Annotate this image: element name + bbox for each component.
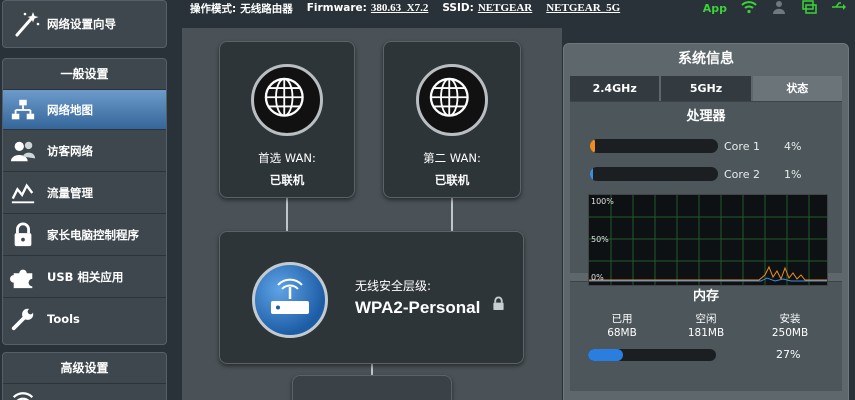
memory-total: 安装 250MB bbox=[748, 312, 832, 340]
secondary-wan-card[interactable]: 第二 WAN: 已联机 bbox=[383, 41, 521, 198]
wizard-label: 网络设置向导 bbox=[47, 17, 116, 31]
clients-card[interactable] bbox=[292, 375, 452, 400]
wan2-link-line bbox=[451, 198, 453, 231]
globe-icon bbox=[416, 64, 488, 136]
ssid-link-2[interactable]: NETGEAR_5G bbox=[546, 2, 620, 14]
cpu-core-row: Core 1 4% bbox=[570, 132, 842, 160]
tab-status[interactable]: 状态 bbox=[752, 76, 842, 101]
sidebar-item-guest-network[interactable]: 访客网络 bbox=[3, 129, 166, 171]
core-percent: 4% bbox=[784, 139, 802, 153]
wireless-icon bbox=[9, 385, 37, 400]
client-link-line bbox=[371, 364, 373, 375]
memory-title: 内存 bbox=[692, 289, 719, 304]
app-link[interactable]: App bbox=[703, 2, 727, 15]
magic-wand-icon bbox=[11, 9, 41, 39]
secondary-wan-label: 第二 WAN: bbox=[423, 151, 481, 165]
sidebar-item-label: 网络地图 bbox=[47, 102, 93, 117]
traffic-manager-icon bbox=[9, 179, 37, 207]
top-status-icons: App bbox=[703, 0, 847, 16]
advanced-settings-menu: 高级设置 bbox=[2, 352, 167, 400]
top-status-bar: 操作模式: 无线路由器 Firmware: 380.63_X7.2 SSID: … bbox=[190, 0, 620, 16]
network-map-icon bbox=[9, 96, 37, 124]
wan1-link-line bbox=[286, 198, 288, 231]
memory-used: 已用 68MB bbox=[580, 312, 664, 340]
memory-used-value: 68MB bbox=[607, 327, 637, 339]
ssid-label: SSID: bbox=[442, 2, 474, 14]
memory-usage-row: 27% bbox=[570, 348, 842, 361]
firmware-link[interactable]: 380.63_X7.2 bbox=[371, 2, 428, 14]
firmware-label: Firmware: bbox=[306, 2, 367, 14]
primary-wan-label: 首选 WAN: bbox=[258, 151, 316, 165]
usb-app-icon bbox=[9, 263, 37, 291]
security-level-value: WPA2-Personal bbox=[355, 298, 481, 317]
cpu-usage-graph: 100% 50% 0% bbox=[588, 194, 828, 286]
system-info-panel: 系统信息 2.4GHz 5GHz 状态 处理器 Core 1 4% Core 2… bbox=[563, 43, 849, 400]
tab-5ghz[interactable]: 5GHz bbox=[661, 76, 751, 101]
sidebar-item-label: USB 相关应用 bbox=[47, 269, 124, 284]
memory-total-label: 安装 bbox=[779, 313, 801, 325]
graph-label-0: 0% bbox=[591, 273, 604, 282]
core-2-usage-bar bbox=[590, 167, 718, 181]
sidebar-item-traffic-manager[interactable]: 流量管理 bbox=[3, 171, 166, 213]
parental-control-icon bbox=[9, 221, 37, 249]
restore-icon[interactable] bbox=[801, 0, 817, 18]
tools-icon bbox=[9, 305, 37, 333]
system-info-title: 系统信息 bbox=[678, 51, 734, 67]
security-level-label: 无线安全层级: bbox=[355, 279, 432, 293]
sidebar-item-network-map[interactable]: 网络地图 bbox=[3, 89, 166, 129]
cpu-section: 处理器 Core 1 4% Core 2 1% 100% 50% 0% bbox=[570, 101, 842, 286]
graph-label-50: 50% bbox=[591, 235, 609, 244]
memory-free-label: 空闲 bbox=[695, 313, 717, 325]
core-1-usage-bar bbox=[590, 139, 718, 153]
advanced-settings-title: 高级设置 bbox=[60, 361, 109, 375]
memory-free-value: 181MB bbox=[687, 327, 725, 339]
ssid-link-1[interactable]: NETGEAR bbox=[478, 2, 532, 14]
router-card[interactable]: 无线安全层级: WPA2-Personal bbox=[219, 231, 524, 364]
sidebar-item-tools[interactable]: Tools bbox=[3, 297, 166, 339]
core-1-usage-line bbox=[589, 265, 827, 281]
operation-mode-label: 操作模式: bbox=[190, 2, 237, 15]
memory-usage-percent: 27% bbox=[776, 348, 801, 361]
general-settings-title: 一般设置 bbox=[60, 67, 109, 81]
sidebar-item-label: 访客网络 bbox=[47, 143, 93, 158]
memory-free: 空闲 181MB bbox=[664, 312, 748, 340]
usb-icon[interactable] bbox=[831, 0, 847, 18]
operation-mode-link[interactable]: 无线路由器 bbox=[240, 1, 293, 16]
memory-section: 内存 已用 68MB 空闲 181MB 安装 250MB 27% bbox=[570, 281, 842, 391]
primary-wan-card[interactable]: 首选 WAN: 已联机 bbox=[219, 41, 355, 198]
sidebar-item-wireless[interactable] bbox=[3, 383, 166, 400]
core-percent: 1% bbox=[784, 167, 802, 181]
globe-icon bbox=[251, 64, 323, 136]
core-name: Core 1 bbox=[724, 139, 760, 153]
network-map-area: 首选 WAN: 已联机 第二 WAN: 已联机 无线安全层级: WPA2-Per… bbox=[182, 28, 562, 400]
memory-used-label: 已用 bbox=[611, 313, 633, 325]
sidebar-item-label: Tools bbox=[47, 311, 80, 326]
lock-icon bbox=[492, 296, 505, 315]
client-icon[interactable] bbox=[771, 0, 787, 18]
primary-wan-status: 已联机 bbox=[269, 173, 305, 187]
secondary-wan-status: 已联机 bbox=[434, 173, 470, 187]
cpu-core-row: Core 2 1% bbox=[570, 160, 842, 188]
sidebar-item-usb-app[interactable]: USB 相关应用 bbox=[3, 255, 166, 297]
tab-2-4ghz[interactable]: 2.4GHz bbox=[570, 76, 660, 101]
memory-total-value: 250MB bbox=[771, 327, 809, 339]
router-icon bbox=[252, 262, 328, 338]
cpu-title: 处理器 bbox=[686, 109, 726, 124]
memory-stats: 已用 68MB 空闲 181MB 安装 250MB bbox=[570, 312, 842, 340]
graph-label-100: 100% bbox=[591, 197, 614, 206]
core-name: Core 2 bbox=[724, 167, 760, 181]
sidebar-item-parental-control[interactable]: 家长电脑控制程序 bbox=[3, 213, 166, 255]
network-setup-wizard-button[interactable]: 网络设置向导 bbox=[2, 0, 167, 48]
memory-usage-bar bbox=[588, 348, 716, 361]
guest-network-icon bbox=[9, 137, 37, 165]
wifi-icon[interactable] bbox=[741, 0, 757, 18]
sidebar-item-label: 家长电脑控制程序 bbox=[47, 227, 139, 242]
system-info-tabs: 2.4GHz 5GHz 状态 bbox=[570, 76, 842, 101]
sidebar-item-label: 流量管理 bbox=[47, 185, 93, 200]
general-settings-menu: 一般设置 网络地图 访客网络 流量管理 家长电脑控制程序 USB 相关应用 To… bbox=[2, 58, 167, 345]
